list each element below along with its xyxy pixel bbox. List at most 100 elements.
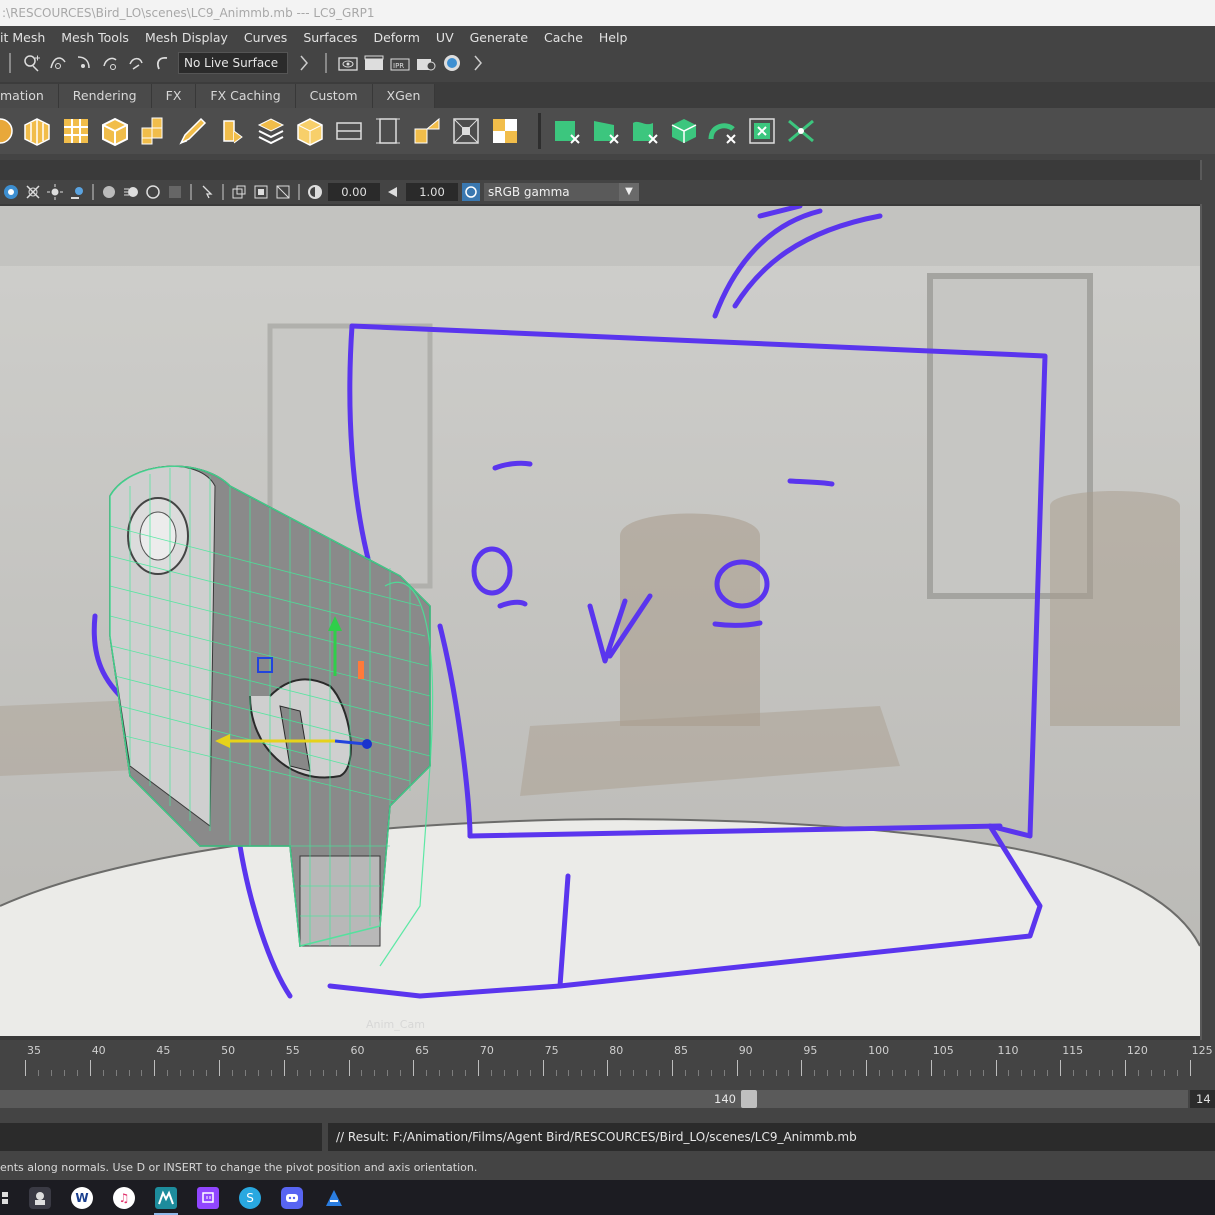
twitch-icon[interactable]: [192, 1180, 224, 1215]
depth-of-field-icon[interactable]: [166, 183, 184, 201]
tab-fx-caching[interactable]: FX Caching: [196, 84, 296, 108]
box-icon[interactable]: [99, 115, 131, 147]
snap-to-view-plane-icon[interactable]: [100, 53, 120, 73]
start-icon[interactable]: [0, 1180, 14, 1215]
ipr-render-icon[interactable]: IPR: [390, 53, 410, 73]
hypershade-icon[interactable]: [442, 53, 462, 73]
command-input[interactable]: [0, 1123, 322, 1151]
skype-icon[interactable]: S: [234, 1180, 266, 1215]
make-live-icon[interactable]: [126, 53, 146, 73]
cube-icon[interactable]: [21, 115, 53, 147]
timeline-tick: [866, 1060, 868, 1076]
gamma-icon[interactable]: [384, 183, 402, 201]
menu-surfaces[interactable]: Surfaces: [295, 30, 365, 45]
itunes-icon[interactable]: ♫: [108, 1180, 140, 1215]
sphere-icon[interactable]: [0, 115, 14, 147]
grid-plane-icon[interactable]: [60, 115, 92, 147]
anti-alias-icon[interactable]: [144, 183, 162, 201]
align-icon[interactable]: [333, 115, 365, 147]
menu-mesh-display[interactable]: Mesh Display: [137, 30, 236, 45]
maya-icon[interactable]: [150, 1180, 182, 1215]
menu-bar: it Mesh Mesh Tools Mesh Display Curves S…: [0, 26, 1215, 48]
snap-to-curve-icon[interactable]: [48, 53, 68, 73]
isolate-select-icon[interactable]: [198, 183, 216, 201]
end-frame-field[interactable]: 14: [1190, 1090, 1215, 1108]
tab-rendering[interactable]: Rendering: [58, 84, 152, 108]
green-wave-icon[interactable]: [629, 115, 661, 147]
snap-to-live-icon[interactable]: [152, 53, 172, 73]
timeline-minor-tick: [788, 1070, 790, 1076]
menu-mesh-tools[interactable]: Mesh Tools: [53, 30, 137, 45]
split-cubes-icon[interactable]: [489, 115, 521, 147]
range-handle[interactable]: [741, 1090, 757, 1108]
render-frame-icon[interactable]: [364, 53, 384, 73]
menu-mesh[interactable]: it Mesh: [0, 30, 53, 45]
motion-blur-icon[interactable]: [122, 183, 140, 201]
xray-icon[interactable]: [24, 183, 42, 201]
viewport-3d[interactable]: Anim_Cam: [0, 206, 1200, 1036]
axis-marker: [358, 661, 364, 679]
color-management-icon[interactable]: [462, 183, 480, 201]
stacked-cubes-icon[interactable]: [138, 115, 170, 147]
snap-box-icon[interactable]: [450, 115, 482, 147]
discord-icon[interactable]: [276, 1180, 308, 1215]
green-cube-icon[interactable]: [551, 115, 583, 147]
menu-deform[interactable]: Deform: [365, 30, 427, 45]
green-twist-icon[interactable]: [707, 115, 739, 147]
film-gate-icon[interactable]: [230, 183, 248, 201]
word-icon[interactable]: W: [66, 1180, 98, 1215]
tab-xgen[interactable]: XGen: [372, 84, 436, 108]
color-space-select[interactable]: sRGB gamma ▼: [484, 183, 639, 201]
snap-to-grid-icon[interactable]: [22, 53, 42, 73]
chair-back: [1050, 491, 1180, 726]
timeline-minor-tick: [464, 1070, 466, 1076]
timeline-minor-tick: [646, 1070, 648, 1076]
range-track[interactable]: [0, 1090, 1188, 1108]
menu-generate[interactable]: Generate: [462, 30, 536, 45]
snap-to-point-icon[interactable]: [74, 53, 94, 73]
wireframe-on-shaded-icon[interactable]: [2, 183, 20, 201]
bevel-icon[interactable]: [216, 115, 248, 147]
exposure-icon[interactable]: [306, 183, 324, 201]
gamma-field[interactable]: 1.00: [406, 183, 458, 201]
tab-animation[interactable]: mation: [0, 84, 59, 108]
timeline-tick-label: 60: [350, 1044, 365, 1057]
timeline-minor-tick: [1073, 1070, 1075, 1076]
render-view-icon[interactable]: [338, 53, 358, 73]
green-cross-icon[interactable]: [785, 115, 817, 147]
time-slider[interactable]: 35 40 45 50 55 60 65 70 75 80 85 90 95 100 105 110 115 12…: [0, 1040, 1215, 1082]
tab-fx[interactable]: FX: [151, 84, 197, 108]
timeline-tick-label: 80: [609, 1044, 624, 1057]
resolution-gate-icon[interactable]: [252, 183, 270, 201]
menu-curves[interactable]: Curves: [236, 30, 295, 45]
timeline-tick: [607, 1060, 609, 1076]
pen-icon[interactable]: [177, 115, 209, 147]
divider: [222, 184, 224, 200]
expand-arrow-icon[interactable]: [294, 53, 314, 73]
scale-box-icon[interactable]: [411, 115, 443, 147]
menu-help[interactable]: Help: [591, 30, 636, 45]
render-settings-icon[interactable]: [416, 53, 436, 73]
timeline-tick: [25, 1060, 26, 1076]
timeline-minor-tick: [257, 1070, 259, 1076]
exposure-field[interactable]: 0.00: [328, 183, 380, 201]
menu-uv[interactable]: UV: [428, 30, 462, 45]
layers-icon[interactable]: [255, 115, 287, 147]
green-lattice-icon[interactable]: [668, 115, 700, 147]
menu-cache[interactable]: Cache: [536, 30, 591, 45]
timeline-tick-label: 50: [221, 1044, 236, 1057]
vlc-icon[interactable]: [318, 1180, 350, 1215]
gate-mask-icon[interactable]: [274, 183, 292, 201]
ambient-occlusion-icon[interactable]: [100, 183, 118, 201]
green-bend-icon[interactable]: [590, 115, 622, 147]
expand-arrow-icon[interactable]: [468, 53, 488, 73]
unfold-box-icon[interactable]: [294, 115, 326, 147]
live-surface-field[interactable]: No Live Surface: [178, 52, 288, 74]
timeline-minor-tick: [180, 1070, 182, 1076]
dimension-icon[interactable]: [372, 115, 404, 147]
lighting-icon[interactable]: [46, 183, 64, 201]
shadows-icon[interactable]: [68, 183, 86, 201]
explorer-icon[interactable]: [24, 1180, 56, 1215]
tab-custom[interactable]: Custom: [295, 84, 373, 108]
green-grid-icon[interactable]: [746, 115, 778, 147]
